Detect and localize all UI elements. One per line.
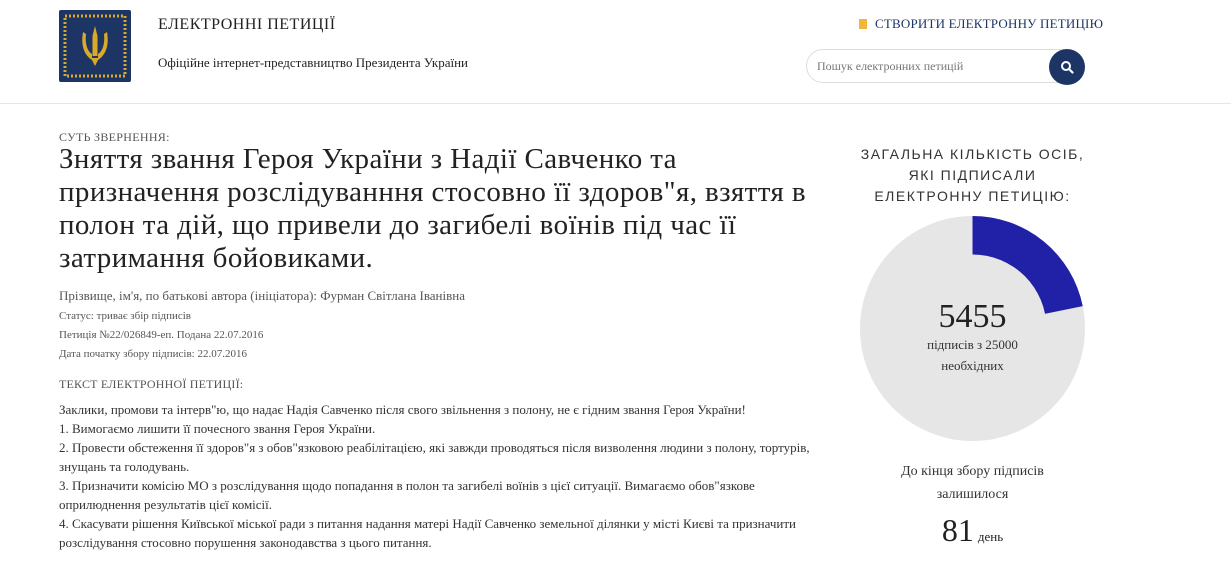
- days-remaining-unit: день: [977, 529, 1004, 544]
- days-remaining-number: 81: [941, 512, 974, 548]
- petition-text-line: 2. Провести обстеження її здоров"я з обо…: [59, 440, 810, 474]
- pencil-icon: [859, 19, 867, 29]
- signatures-heading-line: ЯКІ ПІДПИСАЛИ: [908, 167, 1037, 183]
- petition-text-line: 1. Вимогаємо лишити її почесного звання …: [59, 421, 376, 436]
- signatures-count: 5455: [938, 298, 1007, 335]
- petition-text: Заклики, промови та інтерв"ю, що надає Н…: [59, 400, 819, 552]
- remaining-label: До кінця збору підписів залишилося: [845, 460, 1100, 506]
- search-icon: [1061, 61, 1074, 74]
- remaining-label-line: залишилося: [936, 487, 1009, 502]
- petition-text-line: Заклики, промови та інтерв"ю, що надає Н…: [59, 402, 746, 417]
- create-petition-label: СТВОРИТИ ЕЛЕКТРОННУ ПЕТИЦІЮ: [875, 16, 1104, 31]
- signatures-heading: ЗАГАЛЬНА КІЛЬКІСТЬ ОСІБ, ЯКІ ПІДПИСАЛИ Е…: [845, 144, 1100, 207]
- petition-author: Прізвище, ім'я, по батькові автора (ініц…: [59, 288, 465, 303]
- trident-emblem-icon: [63, 14, 127, 78]
- petition-start-date: Дата початку збору підписів: 22.07.2016: [59, 348, 247, 360]
- search-button[interactable]: [1049, 49, 1085, 85]
- signatures-goal: підписів з 25000 необхідних: [860, 334, 1085, 376]
- petition-number: Петиція №22/026849-еп. Подана 22.07.2016: [59, 329, 264, 341]
- petition-text-line: 4. Скасувати рішення Київської міської р…: [59, 516, 797, 550]
- signatures-goal-line: необхідних: [941, 358, 1004, 373]
- site-title[interactable]: ЕЛЕКТРОННІ ПЕТИЦІЇ: [158, 16, 336, 34]
- create-petition-link[interactable]: СТВОРИТИ ЕЛЕКТРОННУ ПЕТИЦІЮ: [859, 16, 1103, 32]
- petition-status: Статус: триває збір підписів: [59, 310, 192, 322]
- petition-title: Зняття звання Героя України з Надії Савч…: [59, 143, 806, 274]
- trident-emblem-logo[interactable]: [59, 10, 131, 82]
- search-input[interactable]: [806, 49, 1078, 83]
- signatures-goal-line: підписів з 25000: [927, 337, 1018, 352]
- signatures-heading-line: ЗАГАЛЬНА КІЛЬКІСТЬ ОСІБ,: [860, 146, 1085, 162]
- site-header: ЕЛЕКТРОННІ ПЕТИЦІЇ Офіційне інтернет-пре…: [0, 0, 1231, 104]
- petition-text-heading: ТЕКСТ ЕЛЕКТРОННОЇ ПЕТИЦІЇ:: [59, 377, 244, 391]
- days-remaining: 81 день: [845, 512, 1100, 549]
- site-subtitle: Офіційне інтернет-представництво Президе…: [158, 55, 469, 70]
- signatures-heading-line: ЕЛЕКТРОННУ ПЕТИЦІЮ:: [874, 188, 1071, 204]
- remaining-label-line: До кінця збору підписів: [901, 464, 1044, 479]
- petition-text-line: 3. Призначити комісію МО з розслідування…: [59, 478, 755, 512]
